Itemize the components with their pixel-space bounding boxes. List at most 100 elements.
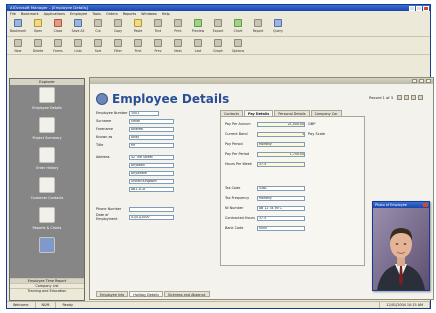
bottom-tab-1[interactable]: Holiday Details: [129, 291, 163, 297]
menu-item-reports[interactable]: Reports: [123, 11, 136, 17]
new-button[interactable]: New: [10, 38, 26, 53]
pay-input[interactable]: AB 12 34 56 C: [257, 205, 305, 211]
find-button[interactable]: Find: [150, 18, 166, 33]
toolbar-label: Paste: [133, 29, 143, 33]
preview-button[interactable]: Preview: [190, 18, 206, 33]
status-bar: Welcome NUM Ready 12/01/2004 10:15 AM: [7, 301, 430, 308]
open-folder-icon: [34, 19, 42, 27]
pay-label: Tax Code: [225, 186, 241, 190]
forms-button[interactable]: Forms: [50, 38, 66, 53]
field-input[interactable]: United Kingdom: [129, 178, 174, 184]
delete-button[interactable]: Delete: [30, 38, 46, 53]
prev-record-button[interactable]: [404, 95, 409, 100]
child-minimize-button[interactable]: [412, 79, 417, 83]
field-input[interactable]: Anywhere: [129, 170, 174, 176]
save-all-button[interactable]: Save All: [70, 18, 86, 33]
last-button[interactable]: Last: [190, 38, 206, 53]
copy-button[interactable]: Copy: [110, 18, 126, 33]
close-button[interactable]: [423, 5, 429, 11]
pay-row: Tax Code 438L: [225, 185, 305, 191]
toolbar-label: Prev: [154, 49, 162, 53]
sidebar-item-4[interactable]: Reports & Charts: [10, 205, 84, 235]
open-button[interactable]: Open: [30, 18, 46, 33]
graph-button[interactable]: Graph: [210, 38, 226, 53]
pay-input[interactable]: 1,750.00: [257, 151, 305, 157]
menu-item-bookmark[interactable]: Bookmark: [21, 11, 39, 17]
field-input[interactable]: 42 The Street: [129, 154, 174, 160]
query-button[interactable]: Query: [270, 18, 286, 33]
menu-item-orders[interactable]: Orders: [106, 11, 118, 17]
photo-close-button[interactable]: [423, 203, 428, 207]
pay-input[interactable]: 0000: [257, 225, 305, 231]
record-indicator: Record 1 of 3: [369, 96, 393, 100]
pay-input[interactable]: 37.5: [257, 215, 305, 221]
pay-input[interactable]: Monthly: [257, 141, 305, 147]
pay-input[interactable]: 438L: [257, 185, 305, 191]
field-input[interactable]: [129, 206, 174, 212]
field-row: Title Mr: [96, 142, 216, 148]
pay-row: Pay Per Annum 21,000.00 GBP: [225, 121, 315, 127]
menu-item-tools[interactable]: Tools: [92, 11, 101, 17]
filter-button[interactable]: Filter: [110, 38, 126, 53]
cut-icon: [94, 19, 102, 27]
menu-item-applications[interactable]: Applications: [44, 11, 65, 17]
lists-button[interactable]: Lists: [70, 38, 86, 53]
pay-input[interactable]: 21,000.00: [257, 121, 305, 127]
toolbar-label: Close: [53, 29, 63, 33]
close-button[interactable]: Close: [50, 18, 66, 33]
menu-item-windows[interactable]: Windows: [141, 11, 157, 17]
first-button[interactable]: First: [130, 38, 146, 53]
prev-button[interactable]: Prev: [150, 38, 166, 53]
pay-input[interactable]: Monthly: [257, 195, 305, 201]
menu-item-help[interactable]: Help: [162, 11, 170, 17]
minimize-button[interactable]: [409, 5, 415, 11]
field-input[interactable]: Andrew: [129, 126, 174, 132]
child-maximize-button[interactable]: [419, 79, 424, 83]
maximize-button[interactable]: [416, 5, 422, 11]
sidebar-item-2[interactable]: Order History: [10, 145, 84, 175]
menu-item-employee[interactable]: Employee: [70, 11, 87, 17]
export-button[interactable]: Export: [210, 18, 226, 33]
next-record-button[interactable]: [411, 95, 416, 100]
sidebar-item-3[interactable]: Customer Contacts: [10, 175, 84, 205]
app-window: AIOcrosoft Manager – [Employee Details] …: [6, 4, 434, 309]
last-record-button[interactable]: [418, 95, 423, 100]
field-input[interactable]: Mr: [129, 142, 174, 148]
menu-item-file[interactable]: File: [10, 11, 16, 17]
toolbar-label: Query: [273, 29, 283, 33]
chart-button[interactable]: Chart: [230, 18, 246, 33]
pay-row: Pay Per Period 1,750.00: [225, 151, 305, 157]
sidebar-item-1[interactable]: Project Summary: [10, 115, 84, 145]
first-record-button[interactable]: [397, 95, 402, 100]
field-input[interactable]: 01/01/2000: [129, 214, 174, 220]
field-input[interactable]: 1001: [129, 110, 159, 116]
field-input[interactable]: Anytown: [129, 162, 174, 168]
report-button[interactable]: Report: [250, 18, 266, 33]
sidebar-item-5[interactable]: [10, 235, 84, 265]
field-input[interactable]: AB1 2CD: [129, 186, 174, 192]
sort-button[interactable]: Sort: [90, 38, 106, 53]
options-button[interactable]: Options: [230, 38, 246, 53]
record-navigation: [397, 95, 423, 100]
next-button[interactable]: Next: [170, 38, 186, 53]
sidebar-item-label: Order History: [35, 166, 59, 170]
bookmark-button[interactable]: Bookmark: [10, 18, 26, 33]
pay-input[interactable]: 37.5: [257, 161, 305, 167]
field-input[interactable]: Smith: [129, 118, 174, 124]
bottom-tab-0[interactable]: Employee Info: [96, 291, 129, 297]
field-input[interactable]: Andy: [129, 134, 174, 140]
pay-input[interactable]: 3: [257, 131, 305, 137]
bottom-tab-2[interactable]: Sickness and Absence: [163, 291, 210, 297]
print-button[interactable]: Print: [170, 18, 186, 33]
pay-label: Pay Per Period: [225, 152, 250, 156]
record-toolbar: New Delete Forms Lists Sort Filter First Prev Ne…: [7, 37, 430, 55]
sidebar-bottom-item[interactable]: Training and Education: [10, 288, 84, 293]
cut-button[interactable]: Cut: [90, 18, 106, 33]
sidebar-item-0[interactable]: Employee Details: [10, 85, 84, 115]
field-label: Employee Number: [96, 111, 128, 115]
pay-row: Tax Frequency Monthly: [225, 195, 305, 201]
toolbar-label: Last: [194, 49, 202, 53]
paste-button[interactable]: Paste: [130, 18, 146, 33]
toolbar-label: Bookmark: [9, 29, 27, 33]
child-close-button[interactable]: [426, 79, 431, 83]
